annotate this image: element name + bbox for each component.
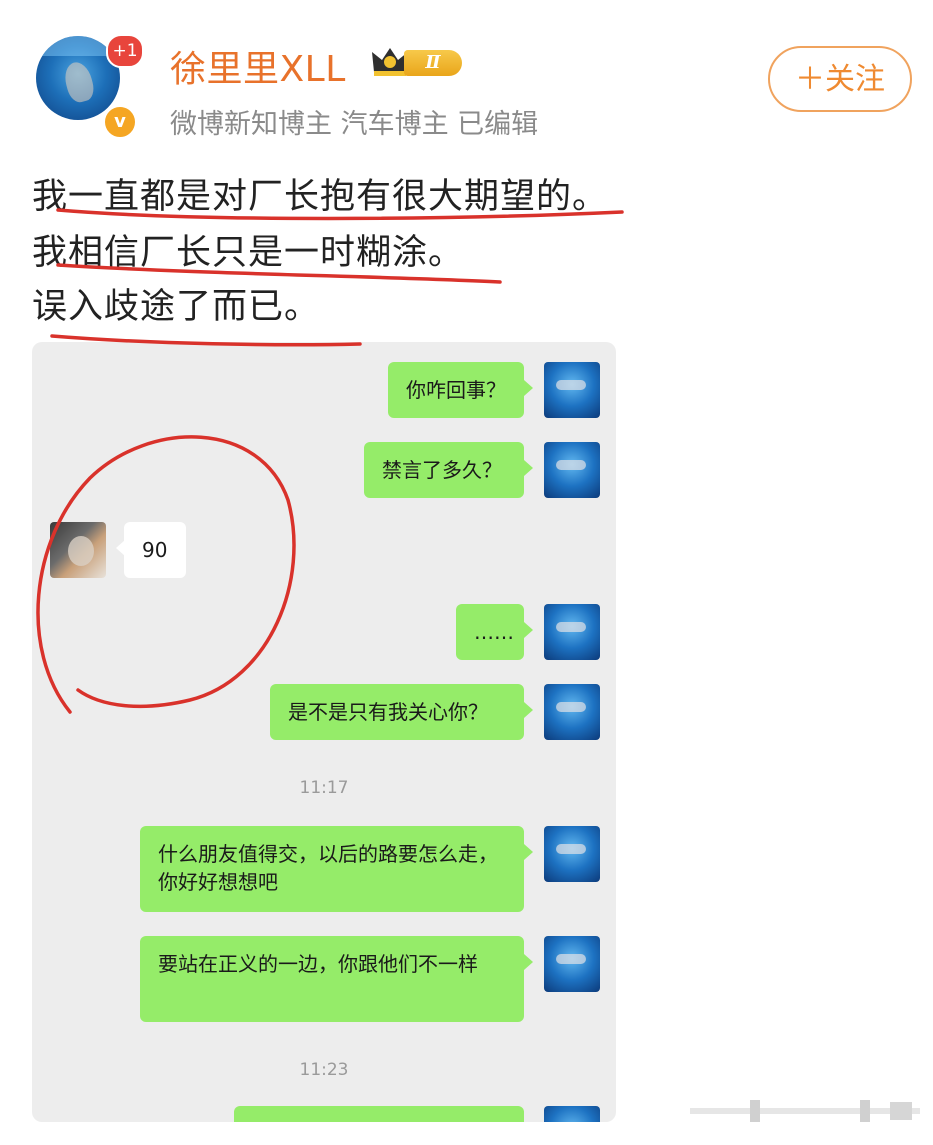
chat-bubble-right: 是不是只有我关心你？ — [270, 684, 524, 740]
chat-timestamp: 11:17 — [299, 778, 349, 798]
avatar-swimmer — [61, 59, 97, 105]
sender-avatar — [544, 362, 600, 418]
post-text-line-1: 我一直都是对厂长抱有很大期望的。 — [32, 177, 609, 217]
chat-bubble-right: 什么朋友值得交，以后的路要怎么走，你好好想想吧 — [140, 826, 524, 912]
chat-screenshot[interactable]: 你咋回事？ 禁言了多久？ 90 …… 是不是只有我关心你？ 11:17 什么朋友… — [32, 342, 616, 1122]
author-name[interactable]: 徐里里XLL — [170, 40, 346, 92]
level-label: Ⅱ — [404, 50, 462, 76]
bubble-tail — [524, 844, 533, 860]
sender-avatar — [544, 936, 600, 992]
bubble-tail — [524, 622, 533, 638]
sender-avatar — [544, 604, 600, 660]
level-badge: Ⅱ — [370, 44, 468, 80]
chat-bubble-right-partial — [234, 1106, 524, 1122]
follow-button[interactable]: ＋关注 — [768, 46, 912, 112]
bubble-tail — [524, 954, 533, 970]
sender-avatar — [544, 1106, 600, 1122]
watermark — [690, 1100, 920, 1122]
chat-timestamp: 11:23 — [299, 1060, 349, 1080]
verified-v-icon: v — [102, 104, 138, 140]
sender-avatar — [544, 826, 600, 882]
chat-bubble-right: 你咋回事？ — [388, 362, 524, 418]
chat-bubble-right: 禁言了多久？ — [364, 442, 524, 498]
sender-avatar — [544, 442, 600, 498]
post-text-line-3: 误入歧途了而已。 — [32, 287, 321, 327]
bubble-tail — [524, 380, 533, 396]
sender-avatar — [544, 684, 600, 740]
receiver-avatar-cat — [50, 522, 106, 578]
chat-bubble-left: 90 — [124, 522, 186, 578]
bubble-tail — [524, 460, 533, 476]
author-subtitle: 微博新知博主 汽车博主 已编辑 — [170, 109, 539, 140]
post-text-line-2: 我相信厂长只是一时糊涂。 — [32, 233, 465, 273]
chat-bubble-right: 要站在正义的一边，你跟他们不一样 — [140, 936, 524, 1022]
bubble-tail — [524, 702, 533, 718]
chat-bubble-right: …… — [456, 604, 524, 660]
notification-badge: +1 — [106, 34, 144, 68]
